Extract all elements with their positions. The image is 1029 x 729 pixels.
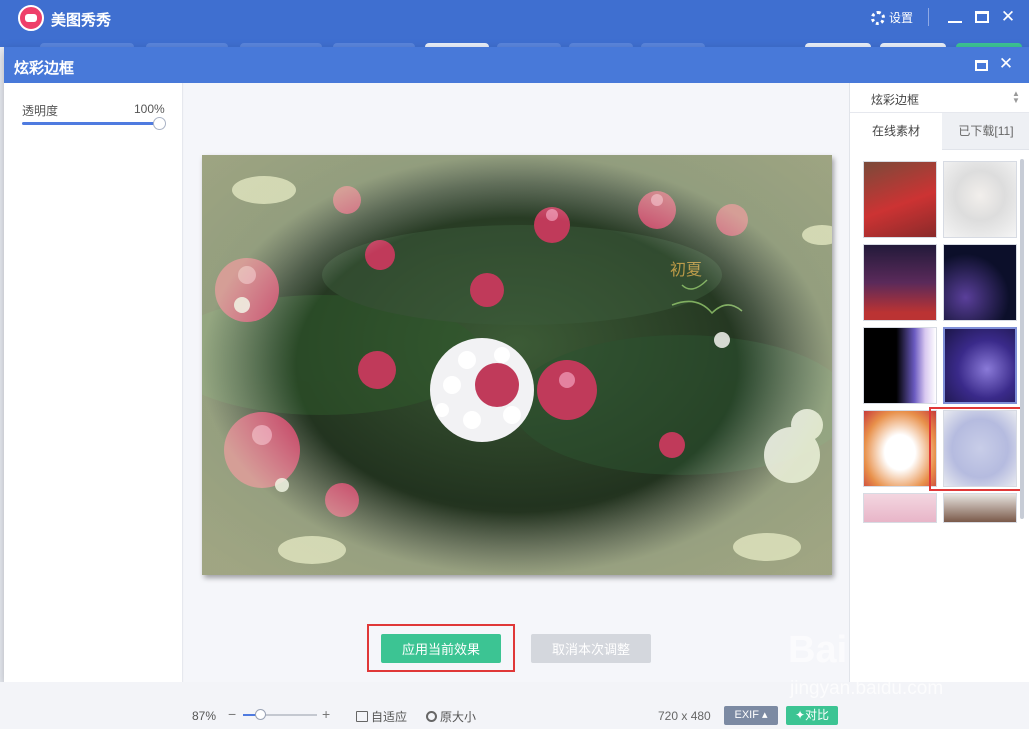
dialog-maximize-button[interactable] [975, 60, 988, 71]
thumbnail-scrollbar[interactable] [1020, 159, 1024, 519]
zoom-level: 87% [192, 709, 217, 723]
actual-size-label: 原大小 [440, 710, 477, 724]
flower-photo: 初夏 [202, 155, 832, 575]
canvas-area: 初夏 应用当前效果 取消本次调整 [184, 83, 849, 682]
frame-thumbnail[interactable] [863, 493, 937, 523]
settings-label: 设置 [889, 11, 914, 25]
preview-image: 初夏 [202, 155, 832, 575]
frame-thumbnail[interactable] [943, 244, 1017, 321]
zoom-out-button[interactable]: − [228, 706, 236, 722]
opacity-label: 透明度 [22, 104, 59, 118]
select-arrows-icon: ▲ ▼ [1012, 89, 1020, 105]
fit-to-window-button[interactable]: 自适应 [356, 708, 407, 725]
app-titlebar: 美图秀秀 设置 ✕ [0, 0, 1029, 37]
frame-thumbnail-selected[interactable] [943, 327, 1017, 404]
thumbnail-highlight-box [929, 407, 1023, 491]
category-select-value: 炫彩边框 [871, 93, 920, 107]
apply-effect-button[interactable]: 应用当前效果 [381, 634, 501, 663]
dialog-title: 炫彩边框 [14, 60, 75, 77]
exif-button[interactable]: EXIF ▴ [724, 706, 778, 725]
opacity-slider-thumb[interactable] [153, 117, 166, 130]
apply-button-highlight: 应用当前效果 [367, 624, 515, 672]
frame-thumbnail[interactable] [943, 161, 1017, 238]
material-panel: 炫彩边框 ▲ ▼ 在线素材 已下载[11] [849, 83, 1029, 682]
zoom-slider-thumb[interactable] [255, 709, 266, 720]
magnifier-icon [426, 711, 437, 722]
app-name: 美图秀秀 [51, 12, 112, 29]
frame-thumbnail[interactable] [863, 161, 937, 238]
adjust-panel: 透明度 100% [4, 83, 183, 682]
close-button[interactable]: ✕ [1000, 8, 1016, 25]
opacity-slider-track[interactable] [22, 122, 160, 125]
image-dimensions: 720 x 480 [658, 709, 711, 723]
cancel-adjust-button[interactable]: 取消本次调整 [531, 634, 651, 663]
settings-button[interactable]: 设置 [871, 9, 913, 26]
category-select[interactable]: 炫彩边框 ▲ ▼ [850, 83, 1029, 113]
opacity-value: 100% [134, 102, 165, 116]
frame-dialog: 炫彩边框 ✕ 透明度 100% 应用当前效果 取消本次调整 炫彩边框 ▲ ▼ 在… [4, 47, 1029, 682]
fit-label: 自适应 [371, 710, 408, 724]
fit-icon [356, 711, 368, 722]
meitu-logo-icon [18, 5, 44, 31]
tab-online-material[interactable]: 在线素材 [850, 113, 942, 150]
actual-size-button[interactable]: 原大小 [426, 708, 476, 725]
statusbar: 87% − + 自适应 原大小 720 x 480 EXIF ▴ ✦对比 [0, 682, 1029, 729]
titlebar-divider [928, 8, 929, 26]
dialog-titlebar: 炫彩边框 ✕ [4, 47, 1029, 83]
maximize-button[interactable] [975, 11, 989, 23]
minimize-button[interactable] [947, 10, 963, 26]
gear-icon [871, 10, 885, 25]
frame-thumbnail[interactable] [943, 493, 1017, 523]
frame-thumbnail[interactable] [863, 410, 937, 487]
tab-downloaded[interactable]: 已下载[11] [942, 113, 1029, 150]
compare-label: 对比 [805, 708, 830, 722]
sparkle-icon: ✦ [794, 708, 806, 722]
frame-thumbnail[interactable] [863, 327, 937, 404]
zoom-in-button[interactable]: + [322, 706, 330, 722]
compare-button[interactable]: ✦对比 [786, 706, 838, 725]
dialog-close-button[interactable]: ✕ [998, 55, 1014, 72]
frame-thumbnail[interactable] [863, 244, 937, 321]
